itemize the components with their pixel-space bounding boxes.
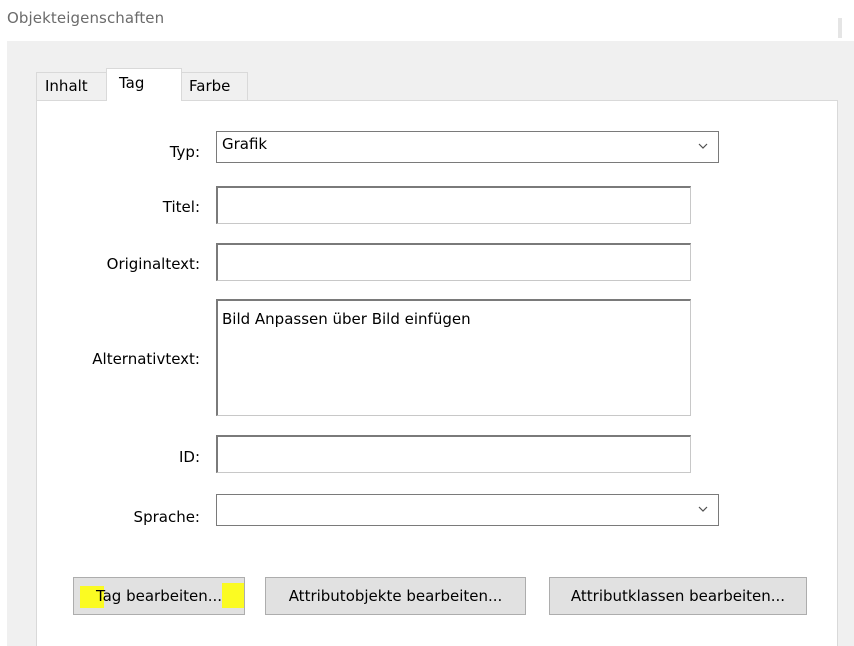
edit-tag-button[interactable]: Tag bearbeiten...	[73, 577, 245, 615]
alt-text-textarea[interactable]: Bild Anpassen über Bild einfügen	[216, 299, 691, 416]
type-select-value: Grafik	[222, 135, 268, 153]
title-label: Titel:	[162, 198, 200, 216]
type-select[interactable]: Grafik	[216, 131, 719, 163]
edit-attribute-classes-button-label: Attributklassen bearbeiten...	[570, 587, 786, 605]
title-input[interactable]	[216, 186, 691, 224]
alt-text-label: Alternativtext:	[92, 350, 200, 368]
tab-inhalt[interactable]: Inhalt	[36, 72, 107, 101]
highlight-marker-right	[222, 583, 244, 608]
original-text-input[interactable]	[216, 243, 691, 281]
tab-farbe[interactable]: Farbe	[181, 72, 248, 101]
scrollbar-stub[interactable]	[838, 18, 842, 38]
edit-tag-button-label: Tag bearbeiten...	[95, 587, 223, 605]
type-label: Typ:	[169, 143, 200, 161]
edit-attribute-objects-button[interactable]: Attributobjekte bearbeiten...	[265, 577, 526, 615]
language-label: Sprache:	[133, 508, 200, 526]
window-title: Objekteigenschaften	[7, 9, 165, 27]
tab-tag[interactable]: Tag	[106, 68, 182, 101]
id-label: ID:	[178, 448, 200, 466]
chevron-down-icon	[698, 143, 708, 149]
chevron-down-icon	[698, 506, 708, 512]
edit-attribute-classes-button[interactable]: Attributklassen bearbeiten...	[549, 577, 807, 615]
original-text-label: Originaltext:	[106, 255, 200, 273]
edit-attribute-objects-button-label: Attributobjekte bearbeiten...	[288, 587, 503, 605]
id-input[interactable]	[216, 435, 691, 473]
language-select[interactable]	[216, 494, 719, 526]
